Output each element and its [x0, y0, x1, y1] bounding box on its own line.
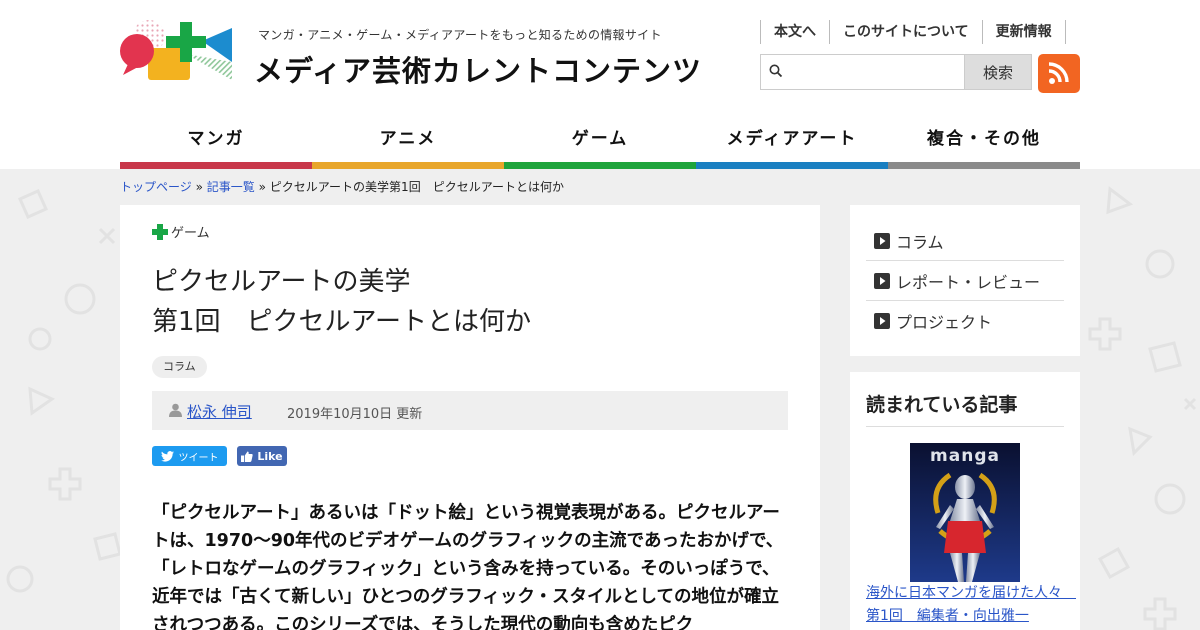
skip-to-content-link[interactable]: 本文へ	[760, 20, 829, 44]
nav-label: ゲーム	[571, 129, 629, 149]
rss-icon	[1048, 62, 1069, 84]
popular-article-link[interactable]: 海外に日本マンガを届けた人々 第1回 編集者・向出雅一	[866, 582, 1076, 628]
popular-heading: 読まれている記事	[866, 394, 1018, 416]
play-square-icon	[874, 313, 890, 329]
top-links: 本文へ このサイトについて 更新情報	[760, 20, 1066, 44]
like-label: Like	[257, 449, 283, 463]
nav-game[interactable]: ゲーム	[504, 116, 696, 169]
play-square-icon	[874, 232, 890, 249]
green-plus-icon	[152, 223, 168, 240]
sidebar-item-project[interactable]: プロジェクト	[866, 301, 1064, 341]
popular-article-thumbnail[interactable]: manga	[910, 443, 1020, 582]
like-button[interactable]: Like	[237, 446, 287, 466]
search-form: 検索	[760, 54, 1032, 90]
article-date: 2019年10月10日 更新	[287, 407, 423, 422]
search-input[interactable]	[789, 55, 959, 89]
article-category-label: ゲーム	[171, 226, 210, 241]
nav-other[interactable]: 複合・その他	[888, 116, 1080, 169]
nav-label: メディアアート	[726, 129, 858, 149]
thumbs-up-icon	[241, 451, 254, 462]
nav-color-bar	[504, 162, 696, 169]
popular-articles: 読まれている記事 manga 海外に日本マンガを届けた人々 第1回 編集者・向出…	[850, 372, 1080, 630]
sidebar-item-label: プロジェクト	[896, 313, 993, 332]
search-button[interactable]: 検索	[964, 54, 1032, 90]
nav-label: 複合・その他	[927, 129, 1041, 149]
site-logo-icon[interactable]	[120, 18, 242, 84]
article-tag[interactable]: コラム	[152, 356, 207, 378]
nav-manga[interactable]: マンガ	[120, 116, 312, 169]
rss-button[interactable]	[1038, 54, 1080, 93]
nav-color-bar	[888, 162, 1080, 169]
article-meta: 松永 伸司 2019年10月10日 更新	[152, 391, 788, 430]
article-category[interactable]: ゲーム	[152, 222, 210, 241]
breadcrumb: トップページ » 記事一覧 » ピクセルアートの美学第1回 ピクセルアートとは何…	[120, 178, 564, 195]
nav-color-bar	[696, 162, 888, 169]
site-header: マンガ・アニメ・ゲーム・メディアアートをもっと知るための情報サイト メディア芸術…	[0, 0, 1200, 169]
about-site-link[interactable]: このサイトについて	[829, 20, 982, 44]
divider	[866, 426, 1064, 427]
site-tagline: マンガ・アニメ・ゲーム・メディアアートをもっと知るための情報サイト	[258, 28, 662, 42]
search-icon	[769, 64, 783, 78]
cover-title: manga	[930, 446, 1000, 466]
manga-cover-image: manga	[910, 443, 1020, 582]
sidebar-item-label: コラム	[896, 232, 944, 252]
main-nav: マンガ アニメ ゲーム メディアアート 複合・その他	[120, 116, 1080, 169]
nav-color-bar	[120, 162, 312, 169]
sidebar-item-column[interactable]: コラム	[866, 221, 1064, 261]
sidebar-item-report-review[interactable]: レポート・レビュー	[866, 261, 1064, 301]
search-box	[760, 54, 964, 90]
article-lead-paragraph: 「ピクセルアート」あるいは「ドット絵」という視覚表現がある。ピクセルアートは、1…	[152, 503, 784, 630]
sidebar-item-label: レポート・レビュー	[896, 272, 1041, 292]
tweet-label: ツイート	[178, 452, 219, 464]
updates-link[interactable]: 更新情報	[981, 20, 1066, 44]
person-icon	[169, 403, 182, 417]
tweet-button[interactable]: ツイート	[152, 446, 227, 466]
sidebar-categories: コラム レポート・レビュー プロジェクト	[850, 205, 1080, 356]
nav-label: アニメ	[379, 129, 437, 149]
article-title-line1: ピクセルアートの美学	[152, 267, 411, 297]
article-main: ゲーム ピクセルアートの美学 第1回 ピクセルアートとは何か コラム 松永 伸司…	[120, 205, 820, 630]
breadcrumb-list-link[interactable]: 記事一覧	[207, 180, 255, 194]
breadcrumb-separator: »	[258, 180, 266, 194]
play-square-icon	[874, 272, 890, 289]
nav-label: マンガ	[187, 129, 245, 149]
nav-media-art[interactable]: メディアアート	[696, 116, 888, 169]
site-title[interactable]: メディア芸術カレントコンテンツ	[254, 48, 702, 90]
nav-color-bar	[312, 162, 504, 169]
article-title-line2: 第1回 ピクセルアートとは何か	[152, 307, 531, 337]
breadcrumb-home-link[interactable]: トップページ	[120, 180, 192, 194]
article-title: ピクセルアートの美学 第1回 ピクセルアートとは何か	[152, 262, 531, 342]
twitter-bird-icon	[160, 450, 174, 462]
breadcrumb-current: ピクセルアートの美学第1回 ピクセルアートとは何か	[269, 180, 564, 194]
author-link[interactable]: 松永 伸司	[187, 401, 252, 422]
breadcrumb-separator: »	[195, 180, 203, 194]
nav-anime[interactable]: アニメ	[312, 116, 504, 169]
